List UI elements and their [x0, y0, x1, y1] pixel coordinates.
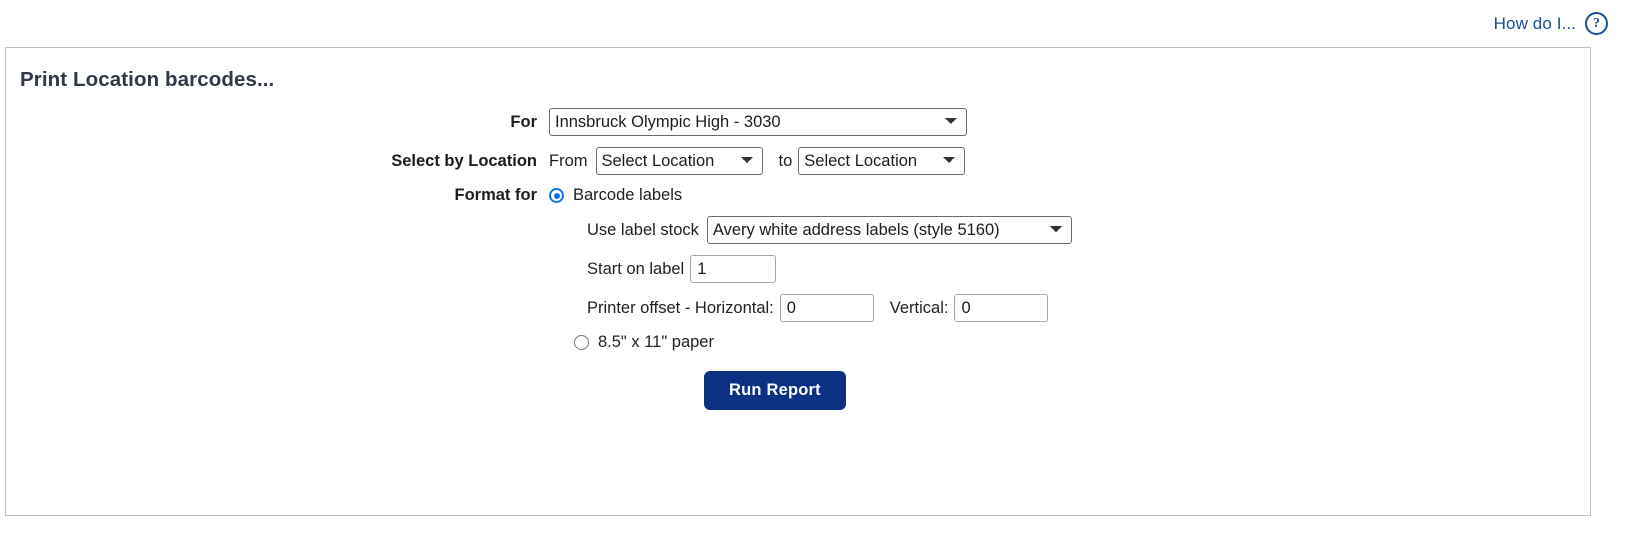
to-word: to	[778, 151, 793, 170]
row-format-for: Format for Barcode labels	[6, 186, 1590, 205]
row-printer-offset: Printer offset - Horizontal: Vertical:	[6, 294, 1590, 322]
printer-offset-vertical-label: Vertical:	[889, 298, 949, 317]
printer-offset-horizontal-label: Printer offset - Horizontal:	[587, 298, 774, 317]
how-do-i-link[interactable]: How do I...	[1494, 14, 1576, 34]
row-select-by-location: Select by Location From Select Location …	[6, 147, 1590, 175]
label-stock-select[interactable]: Avery white address labels (style 5160)	[706, 216, 1072, 244]
from-word: From	[549, 151, 588, 170]
select-by-location-body: From Select Location to Select Location	[549, 147, 966, 175]
start-on-label-label: Start on label	[587, 259, 685, 278]
report-form: For Innsbruck Olympic High - 3030 Select…	[6, 108, 1590, 410]
location-to-select[interactable]: Select Location	[798, 147, 966, 175]
help-question-icon[interactable]: ?	[1585, 12, 1608, 35]
barcode-labels-radio-icon[interactable]	[549, 188, 564, 203]
barcode-labels-radio-option[interactable]: Barcode labels	[549, 186, 682, 205]
row-for: For Innsbruck Olympic High - 3030	[6, 108, 1590, 136]
format-for-body: Barcode labels	[549, 186, 682, 205]
report-panel: Print Location barcodes... For Innsbruck…	[5, 47, 1591, 516]
page-title: Print Location barcodes...	[20, 68, 275, 91]
printer-offset-horizontal-input[interactable]	[779, 294, 874, 322]
format-for-label: Format for	[454, 186, 538, 204]
start-on-label-input[interactable]	[690, 255, 777, 283]
row-start-on-label: Start on label	[6, 255, 1590, 283]
row-paper-option: 8.5" x 11" paper	[6, 333, 1590, 352]
for-label: For	[510, 112, 537, 131]
barcode-labels-radio-label: Barcode labels	[573, 186, 683, 204]
row-label-stock: Use label stock Avery white address labe…	[6, 216, 1590, 244]
for-body: Innsbruck Olympic High - 3030	[549, 108, 967, 136]
for-select[interactable]: Innsbruck Olympic High - 3030	[549, 108, 967, 136]
printer-offset-vertical-input[interactable]	[954, 294, 1049, 322]
run-report-row: Run Report	[6, 371, 1590, 410]
paper-radio-option[interactable]: 8.5" x 11" paper	[574, 333, 714, 352]
label-stock-label: Use label stock	[587, 220, 699, 239]
location-from-select[interactable]: Select Location	[595, 147, 763, 175]
paper-radio-icon[interactable]	[574, 335, 589, 350]
select-by-location-label: Select by Location	[391, 151, 537, 170]
run-report-button[interactable]: Run Report	[704, 371, 846, 410]
help-bar: How do I... ?	[0, 0, 1626, 47]
paper-radio-label: 8.5" x 11" paper	[598, 333, 714, 351]
